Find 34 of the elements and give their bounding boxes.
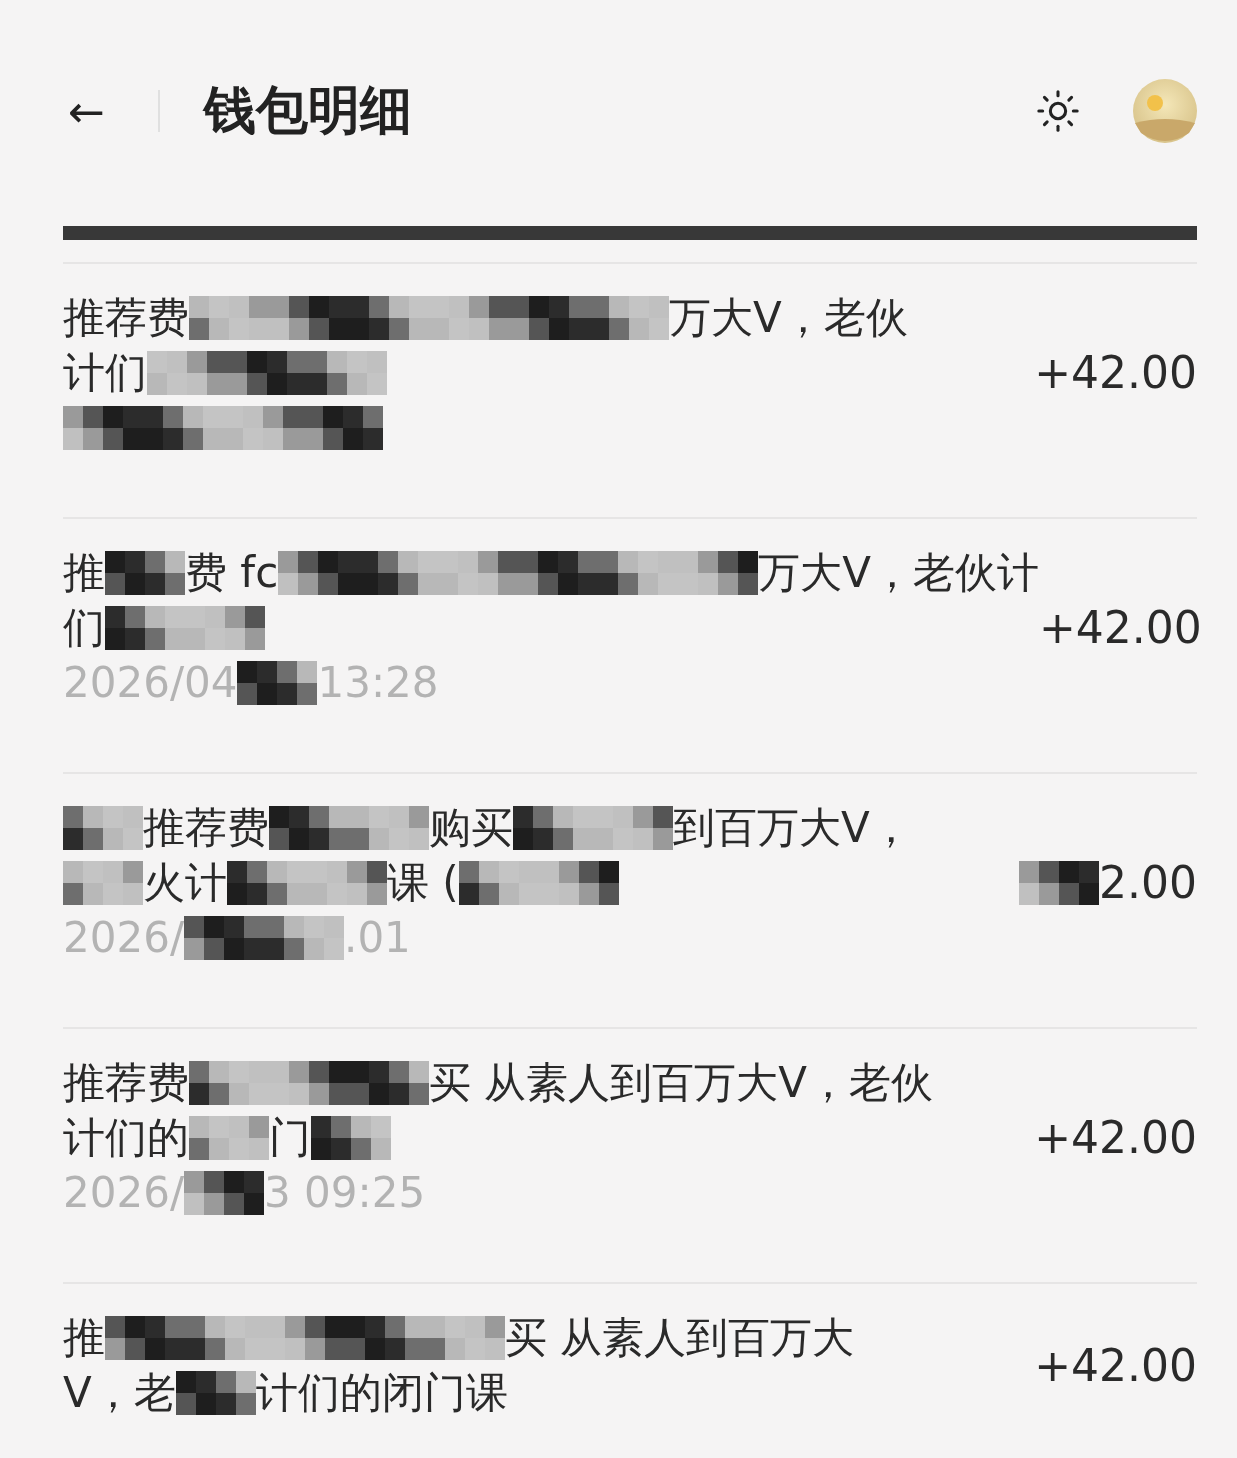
transaction-time: 3 09:25 <box>264 1168 426 1217</box>
transaction-title: 买 从素人到百万大V，老伙 <box>429 1056 934 1109</box>
transaction-title: 费 fc <box>185 546 279 599</box>
transaction-amount: 2.00 <box>1099 857 1197 908</box>
transaction-title: 买 从素人到百万大 <box>505 1311 855 1364</box>
back-button[interactable]: ← <box>68 85 118 137</box>
transaction-time: 2026/04 <box>63 658 238 707</box>
transaction-time: 2026/ <box>63 913 185 962</box>
transaction-title: 门 <box>269 1111 311 1164</box>
transaction-title: 购买 <box>429 801 513 854</box>
transaction-title: 推 <box>63 1311 105 1364</box>
transaction-title: 推荐费 <box>63 291 189 344</box>
transaction-time: .01 <box>344 913 411 962</box>
transaction-time: 2026/ <box>63 1168 185 1217</box>
transaction-title: 推 <box>63 546 105 599</box>
transaction-title: 计们的 <box>63 1111 189 1164</box>
transaction-amount: +42.00 <box>1034 347 1197 398</box>
transaction-title: 们 <box>63 601 105 654</box>
page-title: 钱包明细 <box>204 79 413 142</box>
transaction-amount: +42.00 <box>1034 1339 1197 1391</box>
transaction-title: 推荐费 <box>143 801 269 854</box>
transaction-title: 计们的闭门课 <box>255 1366 508 1419</box>
transaction-amount: +42.00 <box>1034 1112 1197 1163</box>
transaction-title: V，老 <box>63 1366 176 1419</box>
transaction-title: 到百万大V， <box>673 801 912 854</box>
sun-icon[interactable] <box>1035 88 1081 134</box>
transaction-title: 万大V，老伙计 <box>758 546 1039 599</box>
transaction-title: 计们 <box>63 346 147 399</box>
transaction-time: 13:28 <box>317 658 439 707</box>
transaction-title: 万大V，老伙 <box>669 291 908 344</box>
transaction-title: 推荐费 <box>63 1056 189 1109</box>
transaction-title: 火计 <box>143 856 227 909</box>
transaction-title: 课 ( <box>387 856 459 909</box>
transaction-amount: +42.00 <box>1038 602 1202 653</box>
